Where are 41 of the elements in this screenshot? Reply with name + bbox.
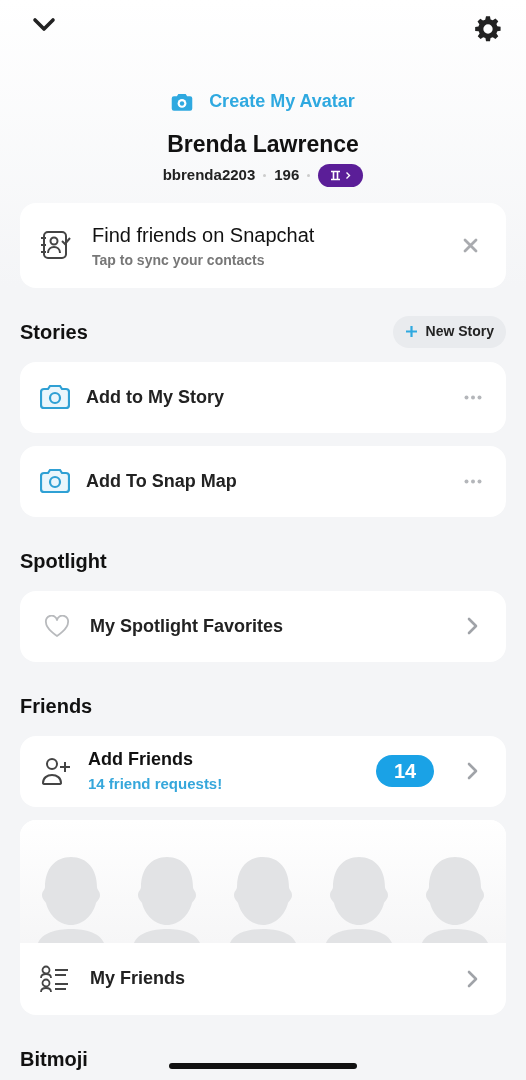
snap-score: 196 bbox=[274, 164, 300, 185]
camera-icon bbox=[40, 384, 70, 410]
settings-icon[interactable] bbox=[474, 15, 502, 43]
display-name: Brenda Lawrence bbox=[167, 130, 359, 159]
story-card[interactable]: Add to My Story bbox=[20, 361, 506, 433]
add-friends-label: Add Friends bbox=[88, 748, 194, 772]
chevron-right-icon bbox=[466, 762, 478, 780]
story-card[interactable]: Add To Snap Map bbox=[20, 445, 506, 517]
section-title: Stories bbox=[20, 319, 88, 345]
zodiac-badge[interactable] bbox=[318, 163, 364, 187]
camera-icon bbox=[40, 468, 70, 494]
username: bbrenda2203 bbox=[162, 164, 256, 185]
my-friends-label: My Friends bbox=[90, 967, 186, 990]
more-icon bbox=[464, 394, 482, 400]
section-title: Spotlight bbox=[20, 548, 107, 574]
story-label: Add to My Story bbox=[86, 385, 224, 409]
find-friends-title: Find friends on Snapchat bbox=[92, 222, 315, 248]
find-friends-subtitle: Tap to sync your contacts bbox=[92, 250, 266, 270]
request-count-badge: 14 bbox=[376, 755, 434, 787]
spotlight-favorites-card[interactable]: My Spotlight Favorites bbox=[20, 590, 506, 662]
section-title: Bitmoji bbox=[20, 1046, 88, 1072]
add-person-icon bbox=[40, 756, 72, 786]
chevron-right-icon bbox=[466, 617, 478, 635]
story-label: Add To Snap Map bbox=[86, 469, 237, 493]
favorites-label: My Spotlight Favorites bbox=[90, 614, 284, 638]
my-friends-card[interactable]: My Friends bbox=[20, 819, 506, 1015]
chevron-right-icon bbox=[345, 170, 352, 180]
chevron-down-icon[interactable] bbox=[32, 17, 56, 33]
more-icon bbox=[464, 478, 482, 484]
find-friends-card[interactable]: Find friends on Snapchat Tap to sync your contacts bbox=[20, 202, 506, 288]
new-story-button[interactable]: New Story bbox=[392, 315, 506, 348]
section-title: Friends bbox=[20, 693, 93, 719]
friend-requests-text: 14 friend requests! bbox=[88, 774, 223, 795]
camera-icon bbox=[171, 91, 194, 112]
add-friends-card[interactable]: Add Friends 14 friend requests! 14 bbox=[20, 735, 506, 807]
contacts-book-icon bbox=[40, 229, 72, 261]
gemini-icon bbox=[330, 169, 342, 181]
chevron-right-icon bbox=[466, 969, 478, 988]
heart-icon bbox=[44, 614, 70, 638]
friends-list-icon bbox=[40, 963, 70, 994]
plus-icon bbox=[404, 325, 418, 338]
